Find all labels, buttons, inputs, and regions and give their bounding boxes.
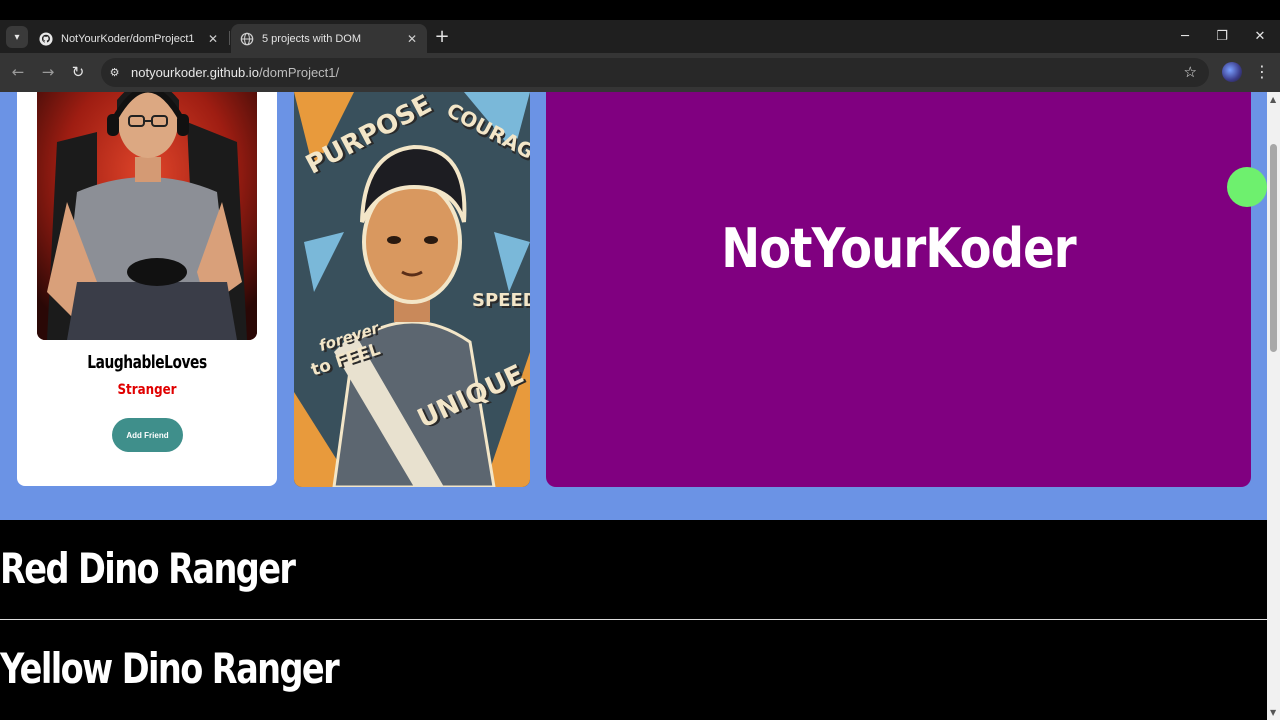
profile-name: LaughableLoves — [87, 352, 207, 373]
close-icon[interactable]: ✕ — [404, 31, 420, 47]
bouncing-ball — [1227, 167, 1267, 207]
url-text[interactable]: notyourkoder.github.io/domProject1/ — [131, 65, 339, 80]
restore-button[interactable]: ❐ — [1210, 27, 1234, 47]
tab-github[interactable]: NotYourKoder/domProject1 ✕ — [30, 24, 228, 53]
tab-title: 5 projects with DOM — [262, 32, 362, 45]
tab-dom-projects[interactable]: 5 projects with DOM ✕ — [231, 24, 427, 53]
back-arrow-icon[interactable]: ← — [8, 62, 28, 82]
more-menu-icon[interactable]: ⋮ — [1254, 62, 1270, 82]
scroll-up-arrow-icon[interactable]: ▲ — [1270, 95, 1276, 104]
ranger-heading-yellow: Yellow Dino Ranger — [0, 644, 340, 693]
screen-top-bar — [0, 0, 1280, 20]
profile-avatar[interactable] — [1222, 62, 1242, 82]
url-host: notyourkoder.github.io — [131, 65, 259, 80]
profile-picture — [37, 92, 257, 340]
chevron-down-icon: ▾ — [14, 31, 20, 43]
tab-search-button[interactable]: ▾ — [6, 26, 28, 48]
url-path: /domProject1/ — [258, 65, 340, 80]
scroll-thumb[interactable] — [1270, 144, 1277, 352]
status-badge: Stranger — [117, 382, 177, 398]
new-tab-button[interactable]: + — [432, 28, 452, 48]
minimize-button[interactable]: ─ — [1173, 27, 1197, 47]
window-close-button[interactable]: ✕ — [1248, 27, 1272, 47]
motivation-poster: PURPOSE COURAGE SPEED forever to FEEL UN… — [294, 92, 530, 487]
tab-title: NotYourKoder/domProject1 — [61, 32, 195, 45]
github-icon — [39, 31, 53, 46]
section-divider — [0, 619, 1267, 620]
close-icon[interactable]: ✕ — [205, 31, 221, 47]
page-scrollbar[interactable]: ▲ ▼ — [1267, 92, 1280, 720]
forward-arrow-icon[interactable]: → — [38, 62, 58, 82]
reload-icon[interactable]: ↻ — [68, 62, 88, 82]
site-info-icon[interactable]: ⚙ — [107, 65, 122, 80]
ranger-heading-red: Red Dino Ranger — [0, 544, 296, 593]
address-bar[interactable]: ⚙ notyourkoder.github.io/domProject1/ ☆ — [101, 58, 1209, 87]
tab-separator — [229, 31, 230, 45]
page-viewport: LaughableLoves Stranger Add Friend PURPO… — [0, 92, 1267, 720]
profile-card: LaughableLoves Stranger Add Friend — [17, 92, 277, 486]
scroll-down-arrow-icon[interactable]: ▼ — [1270, 708, 1276, 717]
brand-title: NotYourKoder — [721, 217, 1076, 280]
browser-toolbar: ← → ↻ ⚙ notyourkoder.github.io/domProjec… — [0, 53, 1280, 92]
globe-icon — [240, 32, 254, 46]
bookmark-star-icon[interactable]: ☆ — [1184, 63, 1197, 81]
poster-word: SPEED — [472, 290, 530, 311]
add-friend-button[interactable]: Add Friend — [112, 418, 183, 452]
hero-section: LaughableLoves Stranger Add Friend PURPO… — [0, 92, 1267, 520]
brand-panel: NotYourKoder — [546, 92, 1267, 487]
